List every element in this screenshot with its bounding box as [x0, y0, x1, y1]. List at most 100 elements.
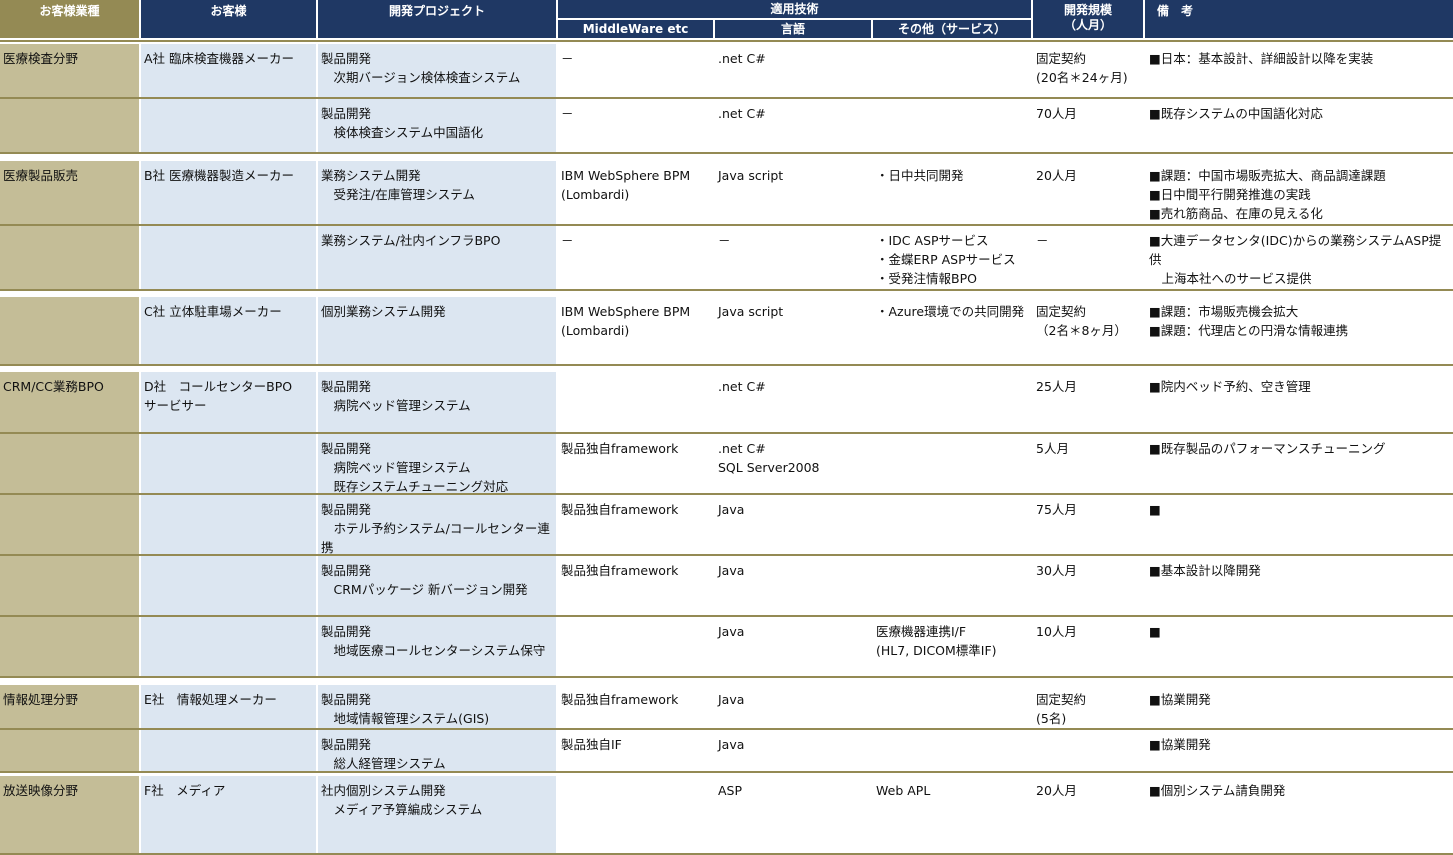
row-6-other-cell — [873, 372, 1031, 432]
row-11-customer-cell: E社 情報処理メーカー — [141, 685, 316, 728]
row-10-customer-cell — [141, 617, 316, 676]
row-12-project-cell: 製品開発 総人経管理システム — [318, 730, 556, 771]
row-13-project-cell: 社内個別システム開発 メディア予算編成システム — [318, 776, 556, 853]
row-2-industry-cell — [0, 99, 139, 152]
row-9-industry-cell — [0, 556, 139, 615]
row-12-notes-cell: ■協業開発 — [1145, 730, 1453, 771]
row-9-language-cell: Java — [715, 556, 871, 615]
row-3-customer-cell: B社 医療機器製造メーカー — [141, 161, 316, 224]
row-8-notes-cell: ■ — [1145, 495, 1453, 554]
row-11-other-cell — [873, 685, 1031, 728]
row-13-industry-cell: 放送映像分野 — [0, 776, 139, 853]
row-10-industry-cell — [0, 617, 139, 676]
row-5-scale-cell: 固定契約 （2名＊8ヶ月） — [1033, 297, 1143, 364]
row-6-industry-cell: CRM/CC業務BPO — [0, 372, 139, 432]
row-4-notes-cell: ■大連データセンタ(IDC)からの業務システムASP提供 上海本社へのサービス提… — [1145, 226, 1453, 289]
row-separator — [0, 152, 1453, 154]
row-6-scale-cell: 25人月 — [1033, 372, 1143, 432]
row-5-customer-cell: C社 立体駐車場メーカー — [141, 297, 316, 364]
row-8-middleware-cell: 製品独自framework — [558, 495, 713, 554]
row-separator — [0, 676, 1453, 678]
header-language: 言語 — [715, 20, 871, 38]
header-industry: お客様業種 — [0, 0, 139, 38]
row-7-customer-cell — [141, 434, 316, 493]
row-2-notes-cell: ■既存システムの中国語化対応 — [1145, 99, 1453, 152]
header-project: 開発プロジェクト — [318, 0, 556, 38]
header-scale: 開発規模 （人月） — [1033, 0, 1143, 38]
row-separator — [0, 364, 1453, 366]
row-9-scale-cell: 30人月 — [1033, 556, 1143, 615]
row-13-language-cell: ASP — [715, 776, 871, 853]
row-6-customer-cell: D社 コールセンターBPO サービサー — [141, 372, 316, 432]
row-3-industry-cell: 医療製品販売 — [0, 161, 139, 224]
row-1-notes-cell: ■日本：基本設計、詳細設計以降を実装 — [1145, 44, 1453, 97]
row-11-project-cell: 製品開発 地域情報管理システム(GIS) — [318, 685, 556, 728]
row-4-customer-cell — [141, 226, 316, 289]
row-5-project-cell: 個別業務システム開発 — [318, 297, 556, 364]
header-notes: 備 考 — [1145, 0, 1453, 38]
row-9-middleware-cell: 製品独自framework — [558, 556, 713, 615]
row-1-project-cell: 製品開発 次期バージョン検体検査システム — [318, 44, 556, 97]
row-8-language-cell: Java — [715, 495, 871, 554]
row-12-language-cell: Java — [715, 730, 871, 771]
row-6-language-cell: .net C# — [715, 372, 871, 432]
row-8-project-cell: 製品開発 ホテル予約システム/コールセンター連携 — [318, 495, 556, 555]
header-other: その他（サービス） — [873, 20, 1031, 38]
row-5-language-cell: Java script — [715, 297, 871, 364]
row-2-other-cell — [873, 99, 1031, 152]
row-separator — [0, 771, 1453, 773]
row-8-other-cell — [873, 495, 1031, 554]
row-7-scale-cell: 5人月 — [1033, 434, 1143, 493]
row-13-notes-cell: ■個別システム請負開発 — [1145, 776, 1453, 853]
row-11-industry-cell: 情報処理分野 — [0, 685, 139, 728]
row-4-project-cell: 業務システム/社内インフラBPO — [318, 226, 556, 289]
row-12-customer-cell — [141, 730, 316, 771]
row-10-other-cell: 医療機器連携I/F (HL7, DICOM標準IF) — [873, 617, 1031, 676]
row-10-language-cell: Java — [715, 617, 871, 676]
row-4-middleware-cell: － — [558, 226, 713, 289]
row-3-middleware-cell: IBM WebSphere BPM (Lombardi) — [558, 161, 713, 224]
row-13-other-cell: Web APL — [873, 776, 1031, 853]
row-separator — [0, 289, 1453, 291]
row-2-customer-cell — [141, 99, 316, 152]
row-13-scale-cell: 20人月 — [1033, 776, 1143, 853]
row-10-scale-cell: 10人月 — [1033, 617, 1143, 676]
row-8-scale-cell: 75人月 — [1033, 495, 1143, 554]
row-7-project-cell: 製品開発 病院ベッド管理システム 既存システムチューニング対応 — [318, 434, 556, 494]
row-4-industry-cell — [0, 226, 139, 289]
row-7-industry-cell — [0, 434, 139, 493]
row-7-middleware-cell: 製品独自framework — [558, 434, 713, 493]
header-middleware: MiddleWare etc — [558, 20, 713, 38]
row-10-middleware-cell — [558, 617, 713, 676]
row-4-language-cell: － — [715, 226, 871, 289]
row-7-notes-cell: ■既存製品のパフォーマンスチューニング — [1145, 434, 1453, 493]
row-7-language-cell: .net C# SQL Server2008 — [715, 434, 871, 493]
row-3-notes-cell: ■課題：中国市場販売拡大、商品調達課題 ■日中間平行開発推進の実践 ■売れ筋商品… — [1145, 161, 1453, 224]
row-1-customer-cell: A社 臨床検査機器メーカー — [141, 44, 316, 97]
row-11-middleware-cell: 製品独自framework — [558, 685, 713, 728]
row-5-notes-cell: ■課題：市場販売機会拡大 ■課題：代理店との円滑な情報連携 — [1145, 297, 1453, 364]
header-separator — [0, 40, 1453, 42]
row-2-middleware-cell: － — [558, 99, 713, 152]
row-8-customer-cell — [141, 495, 316, 554]
row-8-industry-cell — [0, 495, 139, 554]
project-table: お客様業種 お客様 開発プロジェクト 適用技術 MiddleWare etc 言… — [0, 0, 1453, 855]
row-4-scale-cell: － — [1033, 226, 1143, 289]
row-6-notes-cell: ■院内ベッド予約、空き管理 — [1145, 372, 1453, 432]
row-6-project-cell: 製品開発 病院ベッド管理システム — [318, 372, 556, 432]
row-2-project-cell: 製品開発 検体検査システム中国語化 — [318, 99, 556, 152]
row-11-language-cell: Java — [715, 685, 871, 728]
row-1-other-cell — [873, 44, 1031, 97]
header-tech: 適用技術 — [558, 0, 1031, 18]
row-10-notes-cell: ■ — [1145, 617, 1453, 676]
row-11-scale-cell: 固定契約 (5名) — [1033, 685, 1143, 728]
row-6-middleware-cell — [558, 372, 713, 432]
row-5-middleware-cell: IBM WebSphere BPM (Lombardi) — [558, 297, 713, 364]
row-10-project-cell: 製品開発 地域医療コールセンターシステム保守 — [318, 617, 556, 676]
row-3-scale-cell: 20人月 — [1033, 161, 1143, 224]
row-9-notes-cell: ■基本設計以降開発 — [1145, 556, 1453, 615]
row-13-customer-cell: F社 メディア — [141, 776, 316, 853]
row-1-scale-cell: 固定契約 (20名＊24ヶ月) — [1033, 44, 1143, 97]
row-1-middleware-cell: － — [558, 44, 713, 97]
row-12-scale-cell — [1033, 730, 1143, 771]
